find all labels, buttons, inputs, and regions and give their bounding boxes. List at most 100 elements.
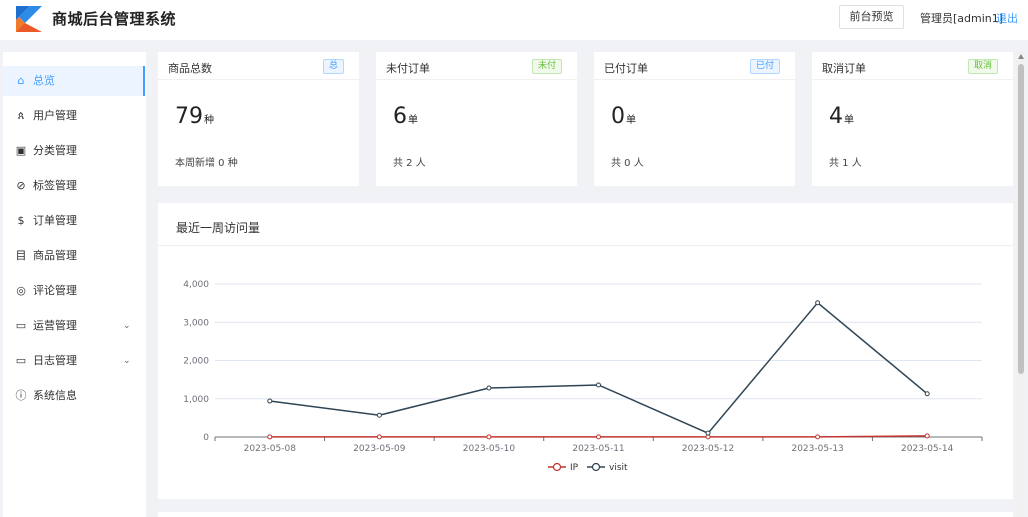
folder-icon: ▭ bbox=[15, 354, 27, 367]
card-value: 6 bbox=[393, 104, 407, 129]
chevron-down-icon[interactable]: ⌄ bbox=[123, 319, 131, 333]
card-footer: 共 0 人 bbox=[611, 158, 644, 169]
card-unit: 单 bbox=[626, 115, 636, 126]
card-title: 商品总数 bbox=[168, 62, 212, 75]
y-tick-label: 3,000 bbox=[183, 318, 209, 328]
tag-icon: ⊘ bbox=[16, 179, 26, 192]
card-unit: 单 bbox=[408, 115, 418, 126]
scrollbar-thumb[interactable] bbox=[1018, 64, 1024, 374]
legend-marker-visit bbox=[591, 462, 601, 472]
x-tick-label: 2023-05-13 bbox=[791, 444, 843, 454]
card-value: 0 bbox=[611, 104, 625, 129]
next-panel-edge bbox=[158, 512, 1013, 517]
data-point-IP bbox=[596, 434, 601, 440]
stat-card: 取消订单 取消 4单共 1 人 bbox=[812, 52, 1013, 186]
card-title: 未付订单 bbox=[386, 62, 430, 75]
sidebar-item-label: 评论管理 bbox=[33, 284, 77, 297]
x-tick-label: 2023-05-12 bbox=[682, 444, 734, 454]
page-scrollbar[interactable] bbox=[1016, 52, 1026, 517]
sidebar-item-label: 系统信息 bbox=[33, 389, 77, 402]
status-badge: 已付 bbox=[749, 59, 780, 74]
x-tick-label: 2023-05-11 bbox=[572, 444, 624, 454]
top-header: 商城后台管理系统 前台预览 管理员[admin1] 退出 bbox=[0, 0, 1028, 40]
data-point-IP bbox=[486, 434, 492, 440]
card-value-wrap: 79种 bbox=[175, 104, 214, 134]
frontend-preview-button[interactable]: 前台预览 bbox=[839, 5, 904, 29]
status-badge: 总 bbox=[322, 59, 344, 74]
y-tick-label: 2,000 bbox=[183, 357, 209, 367]
sidebar-item-label: 日志管理 bbox=[33, 354, 77, 367]
card-value-wrap: 0单 bbox=[611, 104, 636, 134]
sidebar-item-label: 运营管理 bbox=[33, 319, 77, 332]
stat-card: 未付订单 未付 6单共 2 人 bbox=[376, 52, 577, 186]
data-point-IP bbox=[267, 434, 273, 440]
sidebar-item-10[interactable]: ⓘ 系统信息 bbox=[3, 381, 145, 411]
sidebar-item-label: 标签管理 bbox=[33, 179, 77, 192]
sidebar-item-4[interactable]: ⊘ 标签管理 bbox=[3, 171, 145, 201]
card-title: 已付订单 bbox=[604, 62, 648, 75]
category-icon: ▣ bbox=[15, 144, 27, 157]
y-tick-label: 0 bbox=[203, 433, 209, 443]
visits-line-chart: 0 1,000 2,000 3,000 4,000 2023-05-08 2023-05-0… bbox=[183, 280, 983, 473]
card-footer: 共 2 人 bbox=[393, 158, 426, 169]
weekly-visits-panel: 最近一周访问量 0 1,000 2,000 3,000 4,000 2023-05-08 2… bbox=[158, 203, 1013, 499]
data-point-visit bbox=[267, 398, 273, 404]
card-unit: 种 bbox=[204, 115, 214, 126]
x-tick-label: 2023-05-08 bbox=[244, 444, 297, 454]
x-tick-label: 2023-05-09 bbox=[353, 444, 406, 454]
stat-card: 已付订单 已付 0单共 0 人 bbox=[594, 52, 795, 186]
sidebar-item-5[interactable]: $ 订单管理 bbox=[3, 206, 145, 236]
info-icon: ⓘ bbox=[15, 389, 27, 402]
card-unit: 单 bbox=[844, 115, 854, 126]
card-header: 取消订单 取消 bbox=[812, 52, 1013, 80]
data-point-visit bbox=[376, 412, 382, 418]
sidebar-item-9[interactable]: ▭ 日志管理 ⌄ bbox=[3, 346, 145, 376]
sidebar: ⌂ 总览 ጰ 用户管理 ▣ 分类管理 ⊘ 标签管理 $ 订单管理目商品管理 ◎ 评论管理 ▭ 运营管理 ⌄ ▭… bbox=[3, 52, 146, 517]
legend-marker-IP bbox=[552, 462, 562, 472]
x-tick-label: 2023-05-10 bbox=[463, 444, 516, 454]
card-value-wrap: 6单 bbox=[393, 104, 418, 134]
scroll-up-icon[interactable] bbox=[1018, 54, 1024, 59]
data-point-visit bbox=[486, 385, 492, 391]
folder-icon: ▭ bbox=[15, 319, 27, 332]
data-point-visit bbox=[705, 430, 711, 436]
app-logo-icon bbox=[16, 6, 42, 32]
sidebar-item-label: 总览 bbox=[33, 74, 55, 87]
sidebar-item-label: 分类管理 bbox=[33, 144, 77, 157]
status-badge: 取消 bbox=[967, 59, 998, 74]
comment-icon: ◎ bbox=[16, 284, 26, 297]
sidebar-item-3[interactable]: ▣ 分类管理 bbox=[3, 136, 145, 166]
sidebar-item-7[interactable]: ◎ 评论管理 bbox=[3, 276, 145, 306]
x-tick-label: 2023-05-14 bbox=[901, 444, 954, 454]
data-point-visit bbox=[924, 391, 930, 397]
sidebar-item-8[interactable]: ▭ 运营管理 ⌄ bbox=[3, 311, 145, 341]
sidebar-item-2[interactable]: ጰ 用户管理 bbox=[3, 101, 145, 131]
status-badge: 未付 bbox=[531, 59, 562, 74]
card-title: 取消订单 bbox=[822, 62, 866, 75]
card-footer: 共 1 人 bbox=[829, 158, 862, 169]
logout-link[interactable]: 退出 bbox=[996, 10, 1018, 26]
dollar-icon: $ bbox=[17, 214, 25, 227]
user-icon: ጰ bbox=[17, 109, 25, 122]
data-point-visit bbox=[815, 300, 821, 306]
card-header: 商品总数 总 bbox=[158, 52, 359, 80]
card-header: 已付订单 已付 bbox=[594, 52, 795, 80]
card-value-wrap: 4单 bbox=[829, 104, 854, 134]
data-point-IP bbox=[924, 433, 930, 439]
card-value: 79 bbox=[175, 104, 203, 129]
y-tick-label: 1,000 bbox=[183, 395, 209, 405]
admin-name: 管理员[admin1] bbox=[920, 12, 1004, 25]
card-value: 4 bbox=[829, 104, 843, 129]
data-point-IP bbox=[376, 434, 382, 440]
app-title: 商城后台管理系统 bbox=[52, 10, 177, 28]
chevron-down-icon[interactable]: ⌄ bbox=[123, 354, 131, 368]
sidebar-item-1[interactable]: ⌂ 总览 bbox=[3, 66, 145, 96]
stat-card: 商品总数 总 79种本周新增 0 种 bbox=[158, 52, 359, 186]
card-footer: 本周新增 0 种 bbox=[175, 158, 238, 169]
sidebar-item-6[interactable]: 目商品管理 bbox=[3, 241, 145, 271]
data-point-IP bbox=[815, 434, 821, 440]
legend-label: IP bbox=[570, 463, 579, 473]
sidebar-item-label: 订单管理 bbox=[33, 214, 77, 227]
sidebar-item-label: 商品管理 bbox=[33, 249, 77, 262]
y-tick-label: 4,000 bbox=[183, 280, 209, 290]
